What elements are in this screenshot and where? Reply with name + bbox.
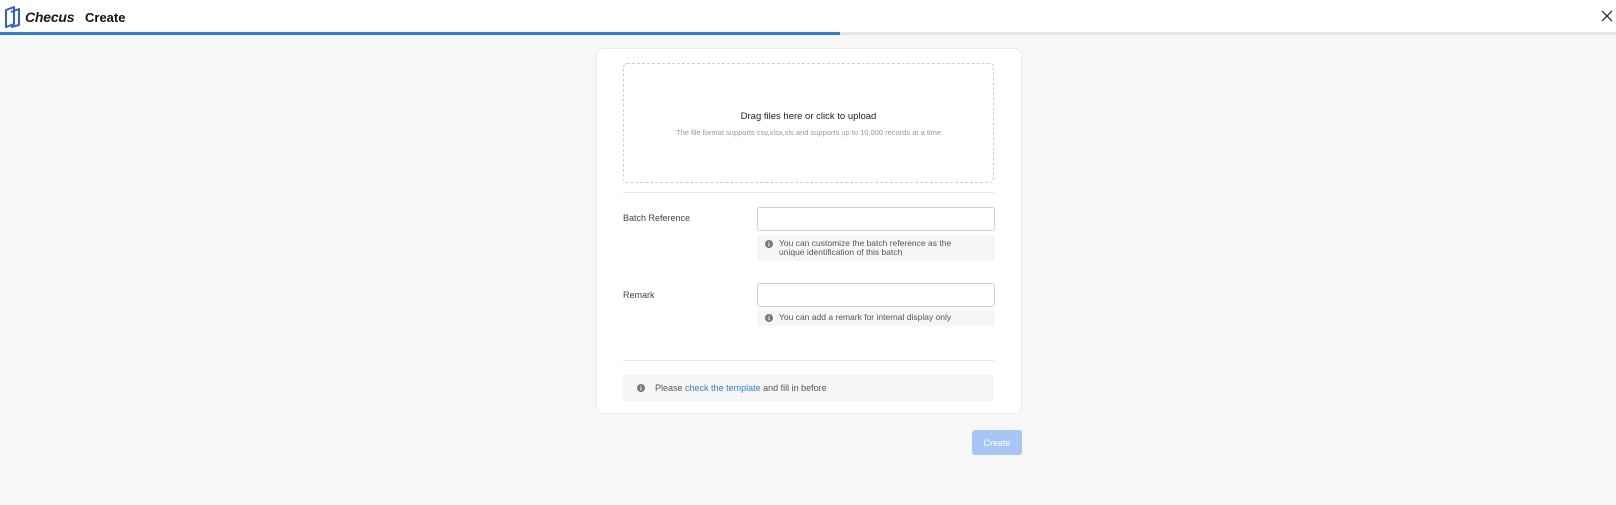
progress-bar-fill xyxy=(0,32,841,35)
checus-logo-icon xyxy=(5,6,20,28)
divider xyxy=(623,192,994,193)
progress-bar xyxy=(0,32,1616,35)
file-upload-dropzone[interactable]: Drag files here or click to upload The f… xyxy=(623,63,994,183)
info-icon xyxy=(765,240,773,248)
upload-hint: The file format supports csv,xlsx,xls an… xyxy=(676,128,941,137)
info-icon xyxy=(765,314,773,322)
template-note-prefix: Please xyxy=(655,383,683,393)
remark-help: You can add a remark for internal displa… xyxy=(757,309,995,326)
brand: Checus xyxy=(4,6,75,28)
template-note: Please check the template and fill in be… xyxy=(623,375,994,401)
check-template-link[interactable]: check the template xyxy=(685,383,761,393)
batch-reference-input[interactable] xyxy=(757,207,995,231)
page-title: Create xyxy=(85,10,126,25)
info-icon xyxy=(637,384,645,392)
remark-help-text: You can add a remark for internal displa… xyxy=(779,312,952,322)
divider xyxy=(623,360,994,361)
create-button[interactable]: Create xyxy=(972,430,1022,455)
batch-reference-help-line2: unique identification of this batch xyxy=(779,247,903,257)
remark-input[interactable] xyxy=(757,283,995,307)
template-note-suffix: and fill in before xyxy=(763,383,827,393)
close-icon[interactable] xyxy=(1600,9,1614,23)
remark-label: Remark xyxy=(623,290,655,300)
batch-reference-help: You can customize the batch reference as… xyxy=(757,235,995,261)
top-bar: Checus Create xyxy=(0,0,1616,34)
brand-name: Checus xyxy=(25,9,75,25)
upload-title: Drag files here or click to upload xyxy=(740,111,877,122)
upload-form-card: Drag files here or click to upload The f… xyxy=(596,48,1022,414)
batch-reference-label: Batch Reference xyxy=(623,213,691,223)
